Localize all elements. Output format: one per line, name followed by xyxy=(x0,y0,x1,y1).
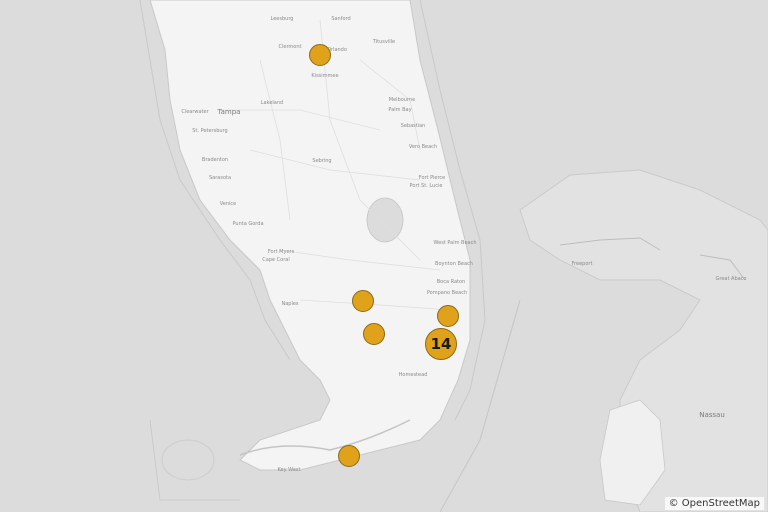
map-label: Clermont xyxy=(278,44,302,50)
map-label: Cape Coral xyxy=(262,257,290,263)
map-label: Kissimmee xyxy=(311,73,339,79)
map-marker-fort-lauderdale[interactable] xyxy=(437,305,459,327)
map-marker-orlando[interactable] xyxy=(309,44,331,66)
map-label: Homestead xyxy=(398,372,428,378)
map-label: Tampa xyxy=(217,108,241,116)
map-label: Leesburg xyxy=(270,16,294,22)
map-label: Pompano Beach xyxy=(426,290,468,296)
map-label: Fort Myers xyxy=(267,249,295,255)
map-label: Palm Bay xyxy=(388,107,412,113)
map-label: Nassau xyxy=(699,411,725,419)
map-label: Boynton Beach xyxy=(435,261,473,267)
map-attribution[interactable]: © OpenStreetMap xyxy=(664,497,764,510)
map-marker-cluster-miami[interactable]: 14 xyxy=(425,328,457,360)
map-label: Key West xyxy=(277,467,301,473)
cluster-count: 14 xyxy=(430,335,452,353)
map-label: Sebring xyxy=(312,158,332,164)
map-marker-keys[interactable] xyxy=(338,445,360,467)
map-label: Bradenton xyxy=(201,157,229,163)
map-label: Titusville xyxy=(372,39,396,45)
map-label: Great Abaco xyxy=(715,276,747,282)
map-marker-naples-area[interactable] xyxy=(352,290,374,312)
map-view[interactable]: Leesburg Sanford Titusville Clermont Orl… xyxy=(0,0,768,512)
map-label: Punta Gorda xyxy=(232,221,264,227)
map-basemap xyxy=(0,0,768,512)
map-label: West Palm Beach xyxy=(433,240,477,246)
map-label: Naples xyxy=(281,301,299,307)
map-label: Sebastian xyxy=(400,123,426,129)
map-label: Melbourne xyxy=(388,97,416,103)
map-label: Lakeland xyxy=(260,100,284,106)
map-label: Port St. Lucie xyxy=(409,183,443,189)
map-label: Venice xyxy=(219,201,237,207)
map-label: St. Petersburg xyxy=(192,128,228,134)
map-label: Vero Beach xyxy=(408,144,438,150)
map-label: Clearwater xyxy=(181,109,209,115)
map-label: Fort Pierce xyxy=(418,175,446,181)
map-label: Boca Raton xyxy=(436,279,466,285)
map-label: Sanford xyxy=(331,16,351,22)
map-marker-everglades-west[interactable] xyxy=(363,323,385,345)
map-label: Freeport xyxy=(571,261,593,267)
map-label: Sarasota xyxy=(208,175,232,181)
